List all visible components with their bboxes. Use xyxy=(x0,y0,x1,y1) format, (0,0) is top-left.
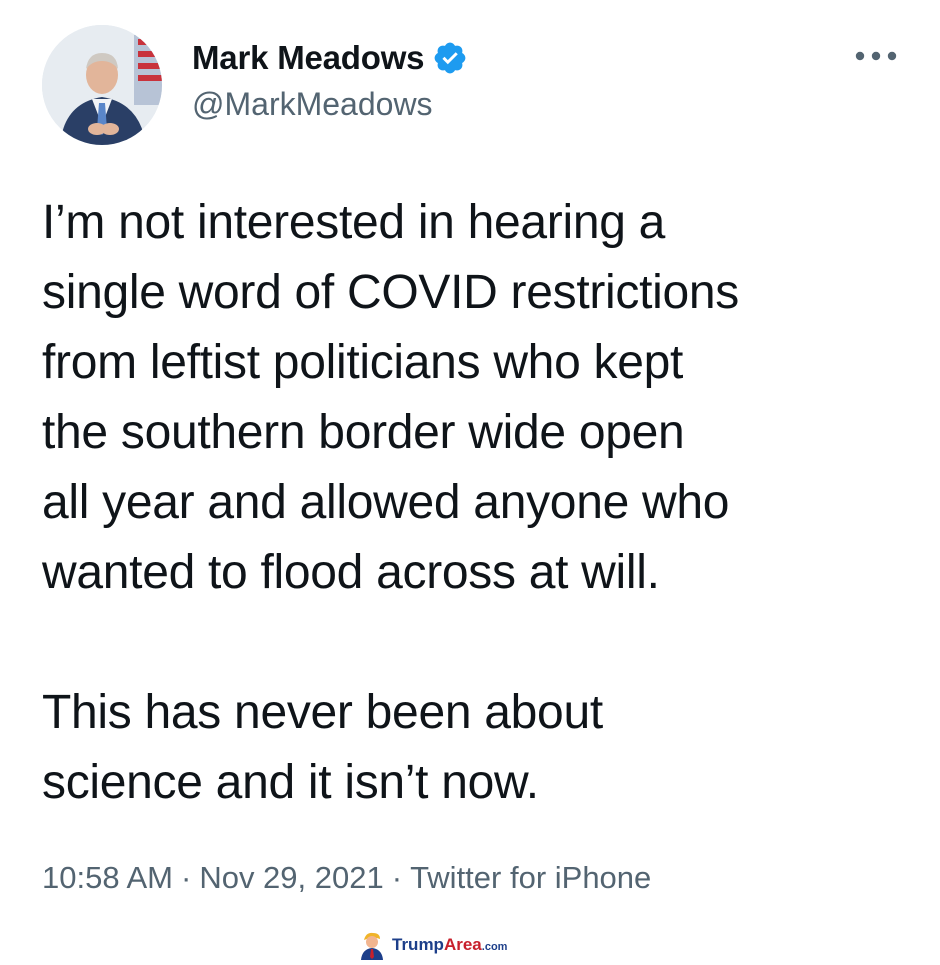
meta-separator: · xyxy=(180,860,192,895)
meta-separator: · xyxy=(391,860,403,895)
trump-figure-icon xyxy=(358,930,386,960)
tweet-card: Mark Meadows @MarkMeadows I’m not intere… xyxy=(0,0,940,961)
watermark: TrumpArea.com xyxy=(358,930,507,960)
author-handle[interactable]: @MarkMeadows xyxy=(192,86,433,123)
more-options-icon xyxy=(855,51,897,61)
tweet-source[interactable]: Twitter for iPhone xyxy=(410,860,651,895)
watermark-brand-accent: Area xyxy=(443,935,482,954)
tweet-text: I’m not interested in hearing a single w… xyxy=(42,196,739,809)
avatar[interactable] xyxy=(42,25,162,145)
tweet-meta: 10:58 AM · Nov 29, 2021 · Twitter for iPhone xyxy=(42,860,651,896)
watermark-brand-suffix: .com xyxy=(481,941,508,953)
tweet-time[interactable]: 10:58 AM xyxy=(42,860,173,895)
tweet-date[interactable]: Nov 29, 2021 xyxy=(199,860,383,895)
watermark-brand: TrumpArea.com xyxy=(392,935,507,955)
avatar-photo xyxy=(42,25,162,145)
author-display-name[interactable]: Mark Meadows xyxy=(192,39,425,77)
watermark-brand-main: Trump xyxy=(392,935,444,954)
verified-badge-icon xyxy=(432,40,468,76)
more-options-button[interactable] xyxy=(846,38,906,74)
author-name-row: Mark Meadows xyxy=(192,36,468,80)
